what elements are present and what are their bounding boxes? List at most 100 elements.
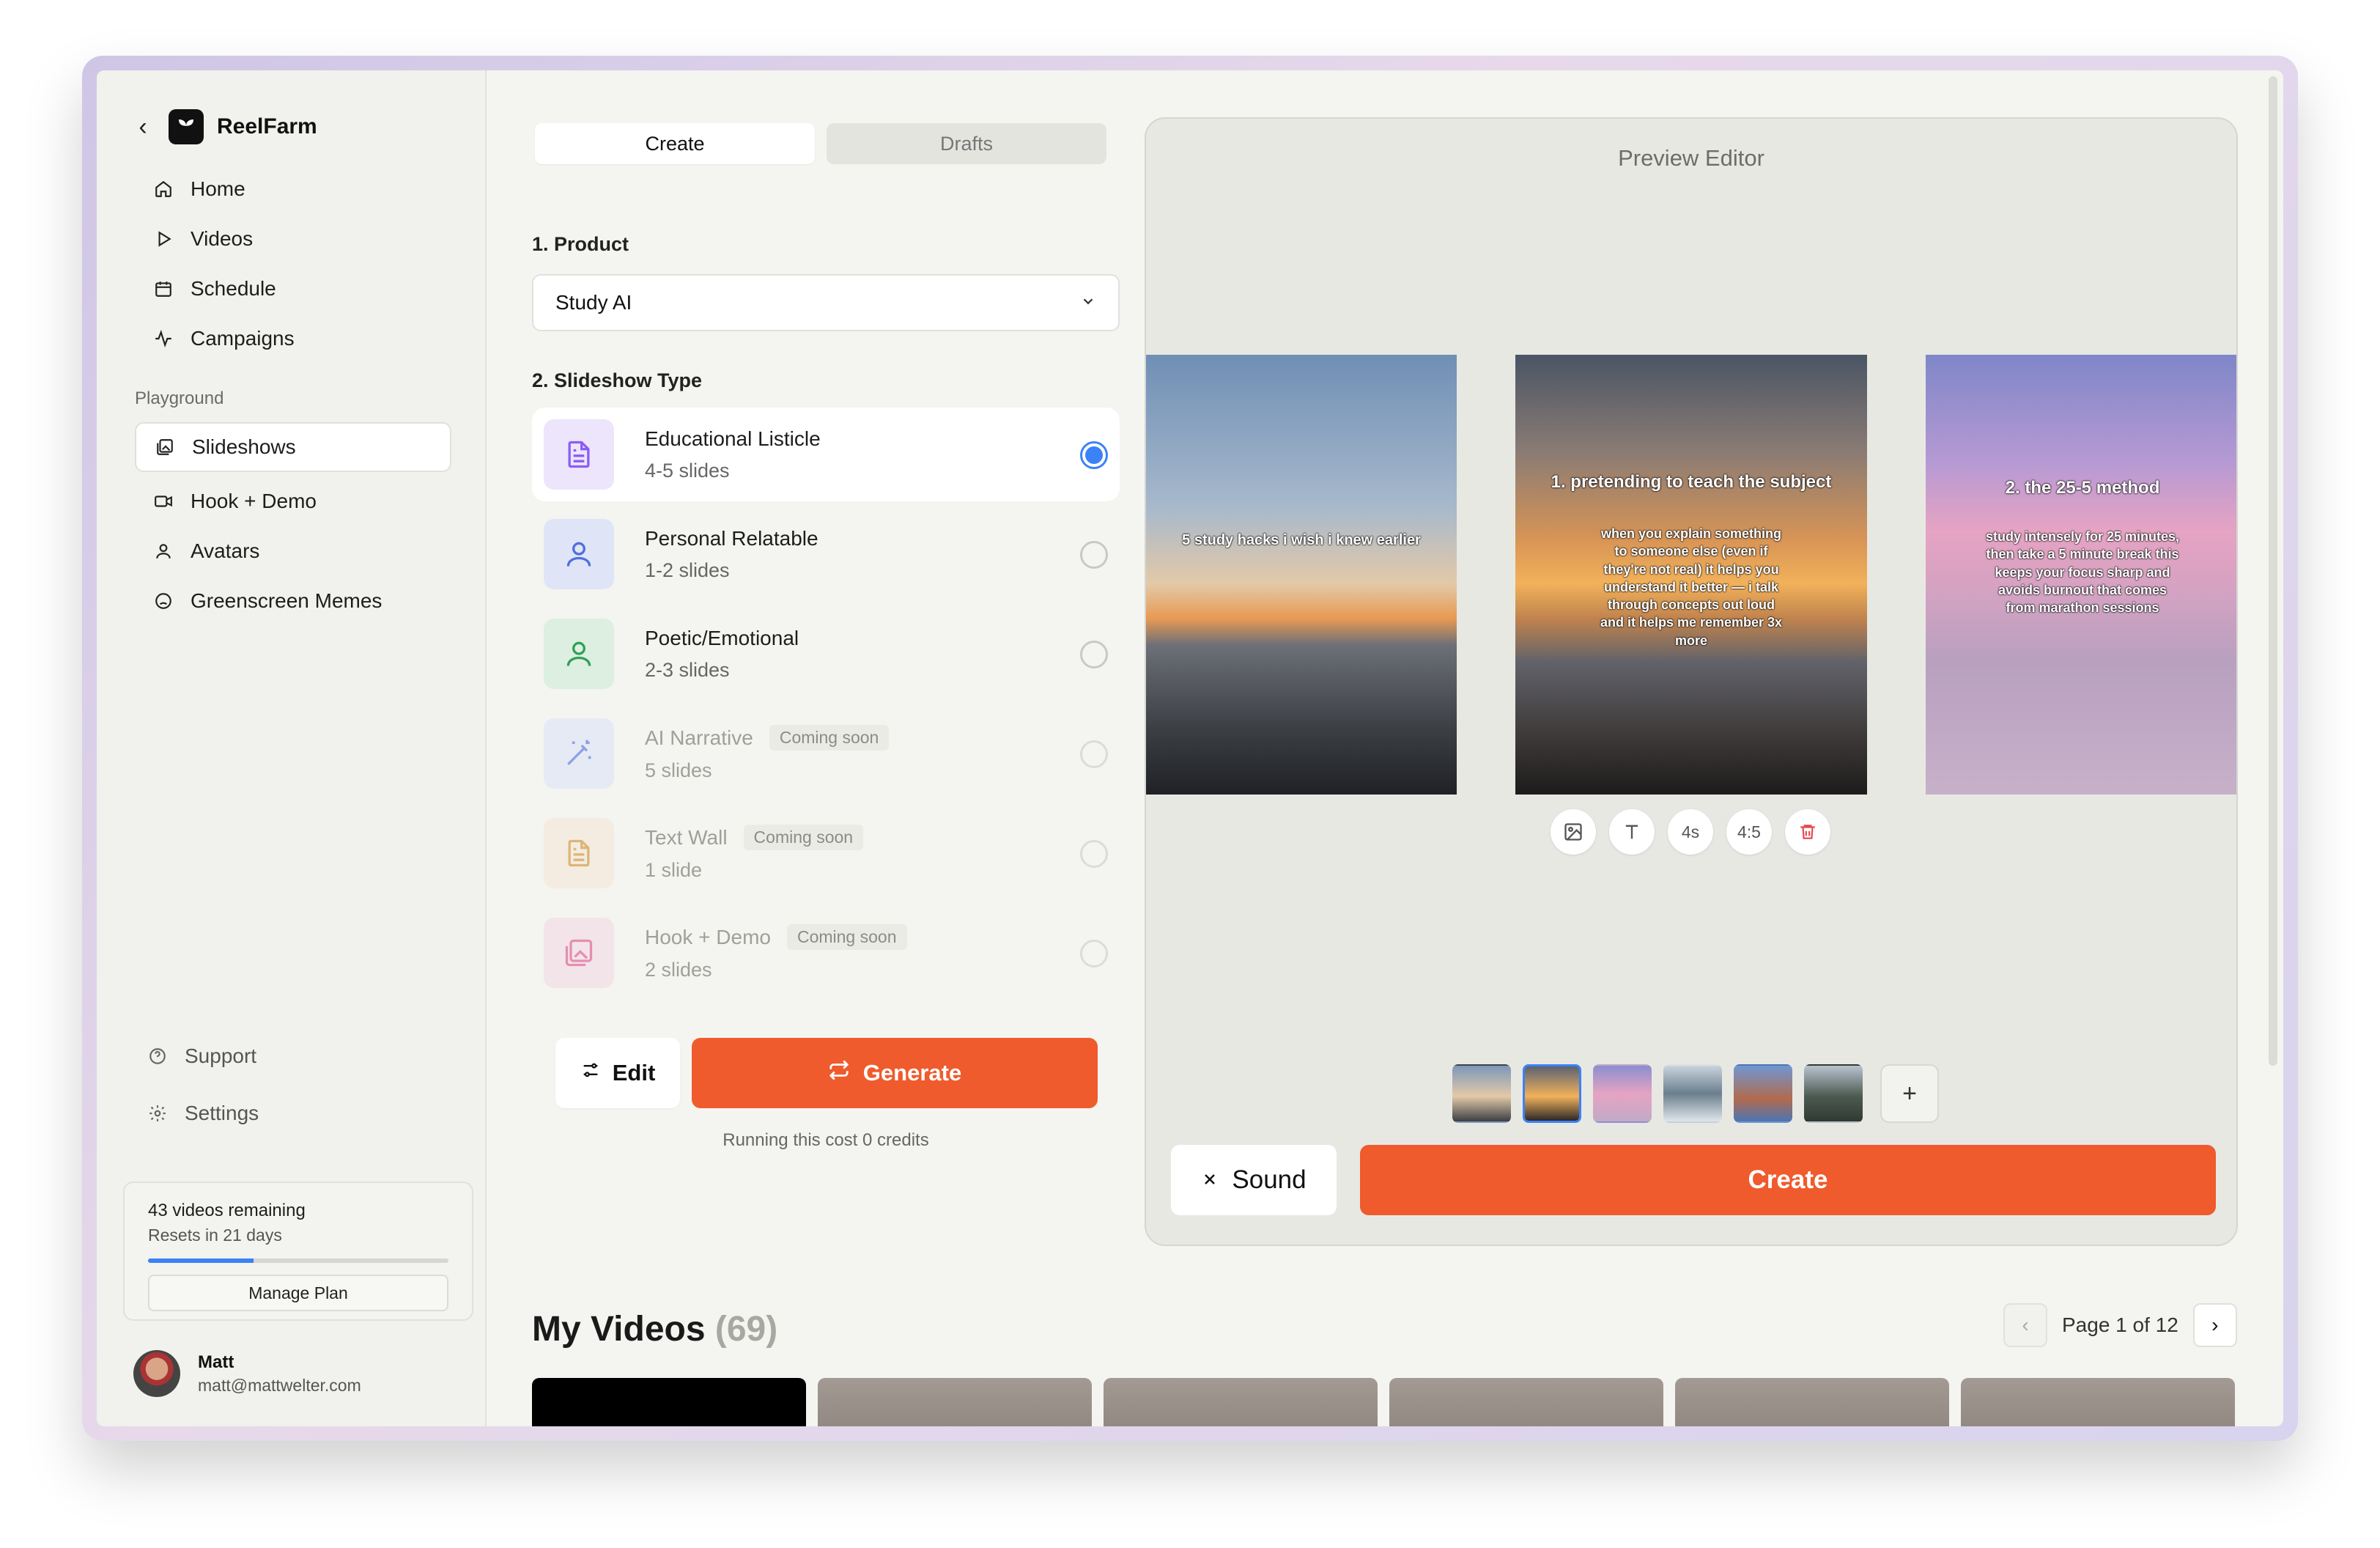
slide-thumbnail[interactable] <box>1734 1064 1792 1123</box>
slide-thumbnail[interactable] <box>1663 1064 1722 1123</box>
duration-button[interactable]: 4s <box>1668 809 1713 855</box>
main-content: Create Drafts 1. Product Study AI 2. Sli… <box>487 70 2283 1426</box>
scrollbar[interactable] <box>2269 76 2277 1066</box>
pagination: ‹ Page 1 of 12 › <box>2003 1303 2237 1347</box>
back-icon[interactable]: ‹ <box>132 113 154 141</box>
type-slides: 1 slide <box>645 859 703 881</box>
slide-1-caption: 5 study hacks i wish i knew earlier <box>1182 532 1421 548</box>
type-radio-selected[interactable] <box>1080 441 1108 469</box>
videos-remaining: 43 videos remaining <box>148 1201 306 1220</box>
add-slide-button[interactable]: + <box>1880 1064 1939 1123</box>
type-radio[interactable] <box>1080 641 1108 668</box>
video-card[interactable] <box>1104 1378 1378 1426</box>
nav-item-settings[interactable]: Settings <box>135 1085 451 1142</box>
user-icon <box>544 619 614 689</box>
next-page-button[interactable]: › <box>2192 1303 2237 1347</box>
slide-2[interactable]: 1. pretending to teach the subject when … <box>1515 355 1867 795</box>
nav-item-slideshows[interactable]: Slideshows <box>135 422 451 472</box>
slide-thumbnail[interactable] <box>1452 1064 1511 1123</box>
text-icon[interactable] <box>1609 809 1655 855</box>
nav-item-campaigns[interactable]: Campaigns <box>135 314 451 364</box>
video-card[interactable] <box>1961 1378 2235 1426</box>
type-radio[interactable] <box>1080 541 1108 569</box>
sound-button[interactable]: Sound <box>1171 1145 1337 1215</box>
calendar-icon <box>152 278 174 300</box>
preview-editor: Preview Editor 5 study hacks i wish i kn… <box>1145 117 2238 1246</box>
face-icon <box>152 590 174 612</box>
type-radio-disabled <box>1080 940 1108 968</box>
video-card[interactable] <box>818 1378 1092 1426</box>
plan-progress-bar <box>148 1258 448 1263</box>
video-camera-icon <box>152 490 174 512</box>
product-value: Study AI <box>555 291 632 314</box>
slide-thumbnail-selected[interactable] <box>1523 1064 1581 1123</box>
nav-label: Videos <box>191 227 254 250</box>
slide-3-body: study intensely for 25 minutes, then tak… <box>1985 529 2180 616</box>
manage-plan-button[interactable]: Manage Plan <box>148 1275 448 1311</box>
footer-nav: Support Settings <box>135 1028 451 1142</box>
close-icon <box>1201 1165 1219 1195</box>
slide-thumbnail[interactable] <box>1804 1064 1863 1123</box>
chevron-right-icon: › <box>2211 1313 2219 1336</box>
nav-item-hook-demo[interactable]: Hook + Demo <box>135 476 451 526</box>
type-option-ai-narrative: AI Narrative Coming soon 5 slides <box>532 707 1120 800</box>
slide-2-title: 1. pretending to teach the subject <box>1551 472 1832 492</box>
nav-item-schedule[interactable]: Schedule <box>135 264 451 314</box>
nav-item-home[interactable]: Home <box>135 164 451 214</box>
repeat-icon <box>828 1059 850 1087</box>
prev-page-button[interactable]: ‹ <box>2003 1303 2047 1347</box>
slideshow-type-label: 2. Slideshow Type <box>532 369 703 391</box>
reelfarm-logo-icon <box>169 109 204 144</box>
type-radio-disabled <box>1080 740 1108 768</box>
slideshow-type-list: Educational Listicle 4-5 slides Personal … <box>532 408 1120 1006</box>
create-button[interactable]: Create <box>1360 1145 2216 1215</box>
avatar <box>133 1350 180 1397</box>
edit-label: Edit <box>612 1060 656 1086</box>
type-slides: 4-5 slides <box>645 459 730 482</box>
video-card[interactable] <box>532 1378 806 1426</box>
play-icon <box>152 228 174 250</box>
aspect-ratio-button[interactable]: 4:5 <box>1726 809 1772 855</box>
product-select[interactable]: Study AI <box>532 274 1120 331</box>
type-name: AI Narrative <box>645 726 753 749</box>
page-indicator: Page 1 of 12 <box>2062 1313 2178 1336</box>
slide-thumbnails: + <box>1452 1064 1939 1123</box>
image-icon[interactable] <box>1551 809 1596 855</box>
nav-item-support[interactable]: Support <box>135 1028 451 1085</box>
slide-thumbnail[interactable] <box>1593 1064 1652 1123</box>
create-drafts-tabs: Create Drafts <box>535 123 1106 164</box>
type-slides: 2-3 slides <box>645 658 730 681</box>
type-option-poetic-emotional[interactable]: Poetic/Emotional 2-3 slides <box>532 607 1120 701</box>
video-card[interactable] <box>1389 1378 1663 1426</box>
activity-icon <box>152 328 174 350</box>
document-icon <box>544 818 614 888</box>
video-card[interactable] <box>1675 1378 1949 1426</box>
home-icon <box>152 178 174 200</box>
trash-icon[interactable] <box>1785 809 1830 855</box>
slide-toolbar: 4s 4:5 <box>1551 809 1830 855</box>
gear-icon <box>147 1102 169 1124</box>
nav-item-videos[interactable]: Videos <box>135 214 451 264</box>
slide-1[interactable]: 5 study hacks i wish i knew earlier <box>1146 355 1457 795</box>
plan-card: 43 videos remaining Resets in 21 days Ma… <box>123 1182 473 1321</box>
tab-create[interactable]: Create <box>535 123 815 164</box>
tab-drafts[interactable]: Drafts <box>827 123 1106 164</box>
nav-label: Slideshows <box>192 435 296 458</box>
user-profile[interactable]: Matt matt@mattwelter.com <box>133 1350 361 1397</box>
chevron-down-icon <box>1080 291 1096 314</box>
type-option-personal-relatable[interactable]: Personal Relatable 1-2 slides <box>532 507 1120 601</box>
type-name: Personal Relatable <box>645 526 818 550</box>
nav-item-greenscreen-memes[interactable]: Greenscreen Memes <box>135 576 451 626</box>
type-name: Text Wall <box>645 825 728 849</box>
nav-item-avatars[interactable]: Avatars <box>135 526 451 576</box>
edit-button[interactable]: Edit <box>555 1038 680 1108</box>
magic-wand-icon <box>544 718 614 789</box>
type-option-educational-listicle[interactable]: Educational Listicle 4-5 slides <box>532 408 1120 501</box>
slide-3[interactable]: 2. the 25-5 method study intensely for 2… <box>1926 355 2236 795</box>
plan-progress-fill <box>148 1258 254 1263</box>
user-icon <box>152 540 174 562</box>
generate-button[interactable]: Generate <box>692 1038 1098 1108</box>
product-label: 1. Product <box>532 233 629 255</box>
sound-label: Sound <box>1232 1165 1307 1194</box>
main-nav: Home Videos Schedule Campaigns <box>135 164 451 364</box>
